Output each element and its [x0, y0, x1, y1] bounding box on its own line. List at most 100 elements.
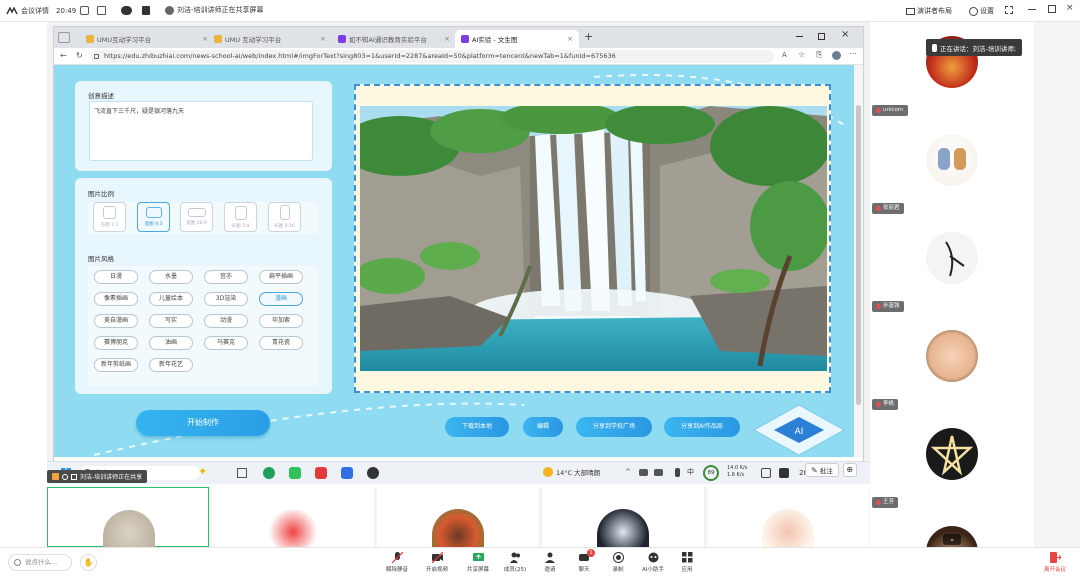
chevron-down-icon[interactable]: ⌄ — [943, 534, 961, 545]
style-option[interactable]: 毕加索 — [259, 314, 303, 328]
weather-widget[interactable]: 14°C 大部晴朗 — [543, 467, 600, 477]
refresh-icon[interactable]: ↻ — [76, 51, 83, 60]
share-ai-gallery-button[interactable]: 分享到AI作品局 — [664, 417, 740, 437]
copilot-sparkle-icon[interactable]: ✦ — [198, 465, 207, 478]
settings-button[interactable]: 设置 — [969, 6, 994, 16]
participant-tile[interactable]: 李帆 — [870, 316, 1034, 414]
style-option[interactable]: 新年花艺 — [149, 358, 193, 372]
browser-tab-1[interactable]: UMU互动学习平台 × — [80, 30, 214, 48]
members-button[interactable]: 成员(25) — [498, 552, 532, 573]
participant-tile[interactable]: 张丽君 — [870, 120, 1034, 218]
close-tab-icon[interactable]: × — [320, 35, 326, 43]
tray-app-icon[interactable] — [639, 469, 648, 476]
ratio-3-4[interactable]: 长图 3:4 — [224, 202, 257, 232]
unmute-button[interactable]: 解除静音 — [380, 552, 414, 573]
task-view-icon[interactable] — [237, 468, 247, 478]
input-language[interactable]: 中 — [687, 467, 694, 477]
chat-input[interactable]: 说点什么... — [8, 554, 72, 571]
close-tab-icon[interactable]: × — [444, 35, 450, 43]
back-icon[interactable]: ← — [60, 51, 67, 60]
ratio-1-1[interactable]: 方图 1:1 — [93, 202, 126, 232]
meeting-app-icon[interactable] — [341, 467, 353, 479]
start-video-button[interactable]: 开启视频 — [420, 552, 454, 573]
url-field[interactable]: https://edu.zhibuzhiai.com/news-school-a… — [90, 50, 774, 63]
fullscreen-icon[interactable] — [1005, 6, 1013, 14]
close-icon[interactable]: × — [1066, 3, 1074, 13]
page-scrollbar[interactable] — [854, 65, 863, 457]
share-copy-icon[interactable] — [71, 473, 77, 480]
style-option[interactable]: 马赛克 — [204, 336, 248, 350]
style-option[interactable]: 动漫 — [204, 314, 248, 328]
participant-tile[interactable]: 孙富强 — [870, 218, 1034, 316]
participant-tile-active[interactable] — [47, 487, 209, 548]
style-option[interactable]: 写实 — [149, 314, 193, 328]
wps-icon[interactable] — [315, 467, 327, 479]
style-option[interactable]: 青花瓷 — [259, 336, 303, 350]
share-link-icon[interactable] — [97, 6, 106, 15]
tray-chevron-icon[interactable]: ^ — [625, 468, 631, 476]
invite-button[interactable]: 邀请 — [533, 552, 567, 573]
tray-tool-icon[interactable] — [779, 468, 789, 478]
cloud-icon[interactable] — [121, 6, 132, 15]
edit-button[interactable]: 编辑 — [523, 417, 563, 437]
phone-icon[interactable] — [142, 6, 150, 15]
window-minimize-icon[interactable] — [796, 36, 803, 37]
style-option[interactable]: 油画 — [149, 336, 193, 350]
style-option[interactable]: 水墨 — [149, 270, 193, 284]
participant-tile[interactable] — [707, 487, 869, 547]
close-tab-icon[interactable]: × — [567, 35, 573, 43]
browser-tab-3[interactable]: 如不知AI通识教育实验平台 × — [332, 30, 456, 48]
participant-tile[interactable]: unicorn — [870, 22, 1034, 120]
media-player-icon[interactable] — [367, 467, 379, 479]
new-tab-icon[interactable]: + — [584, 30, 593, 43]
generated-waterfall-image[interactable] — [360, 106, 827, 371]
profile-avatar-icon[interactable] — [832, 51, 841, 60]
style-option-selected[interactable]: 漫画 — [259, 292, 303, 306]
collections-icon[interactable]: ⎘ — [816, 50, 822, 60]
battery-indicator[interactable]: 89 — [703, 465, 719, 481]
info-icon[interactable] — [80, 6, 89, 15]
leave-meeting-button[interactable]: 离开会议 — [1038, 552, 1072, 573]
annotate-button[interactable]: ✎ 批注 — [805, 463, 839, 477]
style-option[interactable]: 3D渲染 — [204, 292, 248, 306]
style-option[interactable]: 美自漫画 — [94, 314, 138, 328]
style-option[interactable]: 日漫 — [94, 270, 138, 284]
more-icon[interactable]: ⋯ — [849, 49, 857, 58]
description-textarea[interactable]: 飞流直下三千尺，疑是银河落九天 — [89, 101, 313, 161]
download-button[interactable]: 下载到本地 — [445, 417, 509, 437]
read-aloud-icon[interactable]: A — [782, 51, 787, 59]
share-settings-icon[interactable] — [62, 473, 68, 480]
microphone-icon[interactable] — [675, 468, 680, 477]
ai-assistant-button[interactable]: AI小助手 — [636, 552, 670, 573]
share-school-button[interactable]: 分享到学校广场 — [576, 417, 652, 437]
ratio-16-9[interactable]: 宽图 16:9 — [180, 202, 213, 232]
tab-actions-icon[interactable] — [58, 32, 70, 43]
start-generate-button[interactable]: 开始制作 — [136, 410, 270, 436]
zoom-in-icon[interactable]: ⊕ — [842, 463, 857, 477]
share-screen-button[interactable]: 共享屏幕 — [461, 552, 495, 573]
scrollbar-thumb[interactable] — [856, 105, 861, 405]
minimize-icon[interactable] — [1028, 9, 1036, 10]
style-option[interactable]: 儿童绘本 — [149, 292, 193, 306]
style-option[interactable]: 宫亦 — [204, 270, 248, 284]
participant-tile[interactable]: 王芳 — [870, 414, 1034, 512]
style-option[interactable]: 赛博朋克 — [94, 336, 138, 350]
style-option[interactable]: 像素插画 — [94, 292, 138, 306]
style-option[interactable]: 新年剪纸画 — [94, 358, 138, 372]
favorite-star-icon[interactable]: ☆ — [798, 50, 805, 59]
browser-tab-2[interactable]: UMU 互动学习平台 × — [208, 30, 332, 48]
window-close-icon[interactable]: × — [841, 29, 849, 40]
window-restore-icon[interactable] — [818, 33, 825, 40]
maximize-icon[interactable] — [1048, 5, 1056, 13]
style-option[interactable]: 扁平插画 — [259, 270, 303, 284]
participant-tile[interactable] — [212, 487, 374, 547]
screenshot-icon[interactable] — [761, 468, 771, 478]
participant-tile[interactable]: ⌄ — [870, 512, 1034, 547]
wechat-icon[interactable] — [289, 467, 301, 479]
edge-browser-icon[interactable] — [263, 467, 275, 479]
chat-button[interactable]: 聊天 1 — [567, 549, 601, 573]
tray-app-icon[interactable] — [654, 469, 663, 476]
layout-button[interactable]: 演讲者布局 — [906, 6, 952, 16]
ratio-9-16[interactable]: 长图 9:16 — [268, 202, 301, 232]
record-button[interactable]: 录制 — [601, 552, 635, 573]
